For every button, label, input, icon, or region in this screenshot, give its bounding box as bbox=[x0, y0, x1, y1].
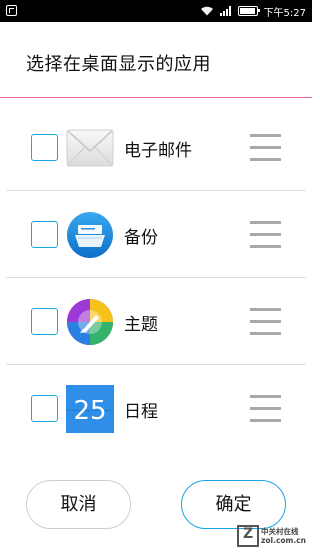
drag-handle-icon[interactable] bbox=[250, 134, 281, 161]
dialog-title: 选择在桌面显示的应用 bbox=[26, 54, 211, 75]
list-item-email[interactable]: 电子邮件 bbox=[0, 104, 312, 191]
title-divider bbox=[0, 97, 312, 98]
calendar-icon-day: 25 bbox=[73, 396, 106, 426]
screenshot-icon bbox=[6, 5, 17, 16]
list-item-backup[interactable]: 备份 bbox=[0, 191, 312, 278]
zol-logo-icon bbox=[237, 525, 259, 547]
email-icon bbox=[66, 129, 114, 167]
backup-icon bbox=[67, 212, 113, 258]
watermark-line1: 中关村在线 bbox=[261, 527, 299, 536]
calendar-checkbox[interactable] bbox=[31, 395, 58, 422]
drag-handle-icon[interactable] bbox=[250, 395, 281, 422]
theme-icon bbox=[67, 299, 113, 345]
wifi-icon bbox=[200, 6, 213, 16]
app-list: 电子邮件 备份 主题 25 日程 bbox=[0, 104, 312, 452]
theme-checkbox[interactable] bbox=[31, 308, 58, 335]
status-bar-right: 下午5:27 bbox=[200, 2, 306, 20]
backup-label: 备份 bbox=[124, 228, 158, 248]
battery-icon bbox=[237, 6, 260, 16]
drag-handle-icon[interactable] bbox=[250, 221, 281, 248]
cancel-button[interactable]: 取消 bbox=[26, 480, 131, 529]
email-label: 电子邮件 bbox=[124, 141, 192, 161]
email-checkbox[interactable] bbox=[31, 134, 58, 161]
backup-checkbox[interactable] bbox=[31, 221, 58, 248]
list-item-calendar[interactable]: 25 日程 bbox=[0, 365, 312, 452]
list-item-theme[interactable]: 主题 bbox=[0, 278, 312, 365]
status-time: 下午5:27 bbox=[263, 7, 306, 19]
status-bar: 下午5:27 bbox=[0, 0, 312, 22]
watermark-text: 中关村在线 zol.com.cn bbox=[261, 527, 306, 545]
drag-handle-icon[interactable] bbox=[250, 308, 281, 335]
calendar-label: 日程 bbox=[124, 402, 158, 422]
watermark: 中关村在线 zol.com.cn bbox=[237, 525, 306, 547]
theme-label: 主题 bbox=[124, 315, 158, 335]
ok-button[interactable]: 确定 bbox=[181, 480, 286, 529]
watermark-line2: zol.com.cn bbox=[261, 536, 306, 545]
calendar-icon: 25 bbox=[66, 385, 114, 433]
signal-icon bbox=[219, 6, 232, 16]
